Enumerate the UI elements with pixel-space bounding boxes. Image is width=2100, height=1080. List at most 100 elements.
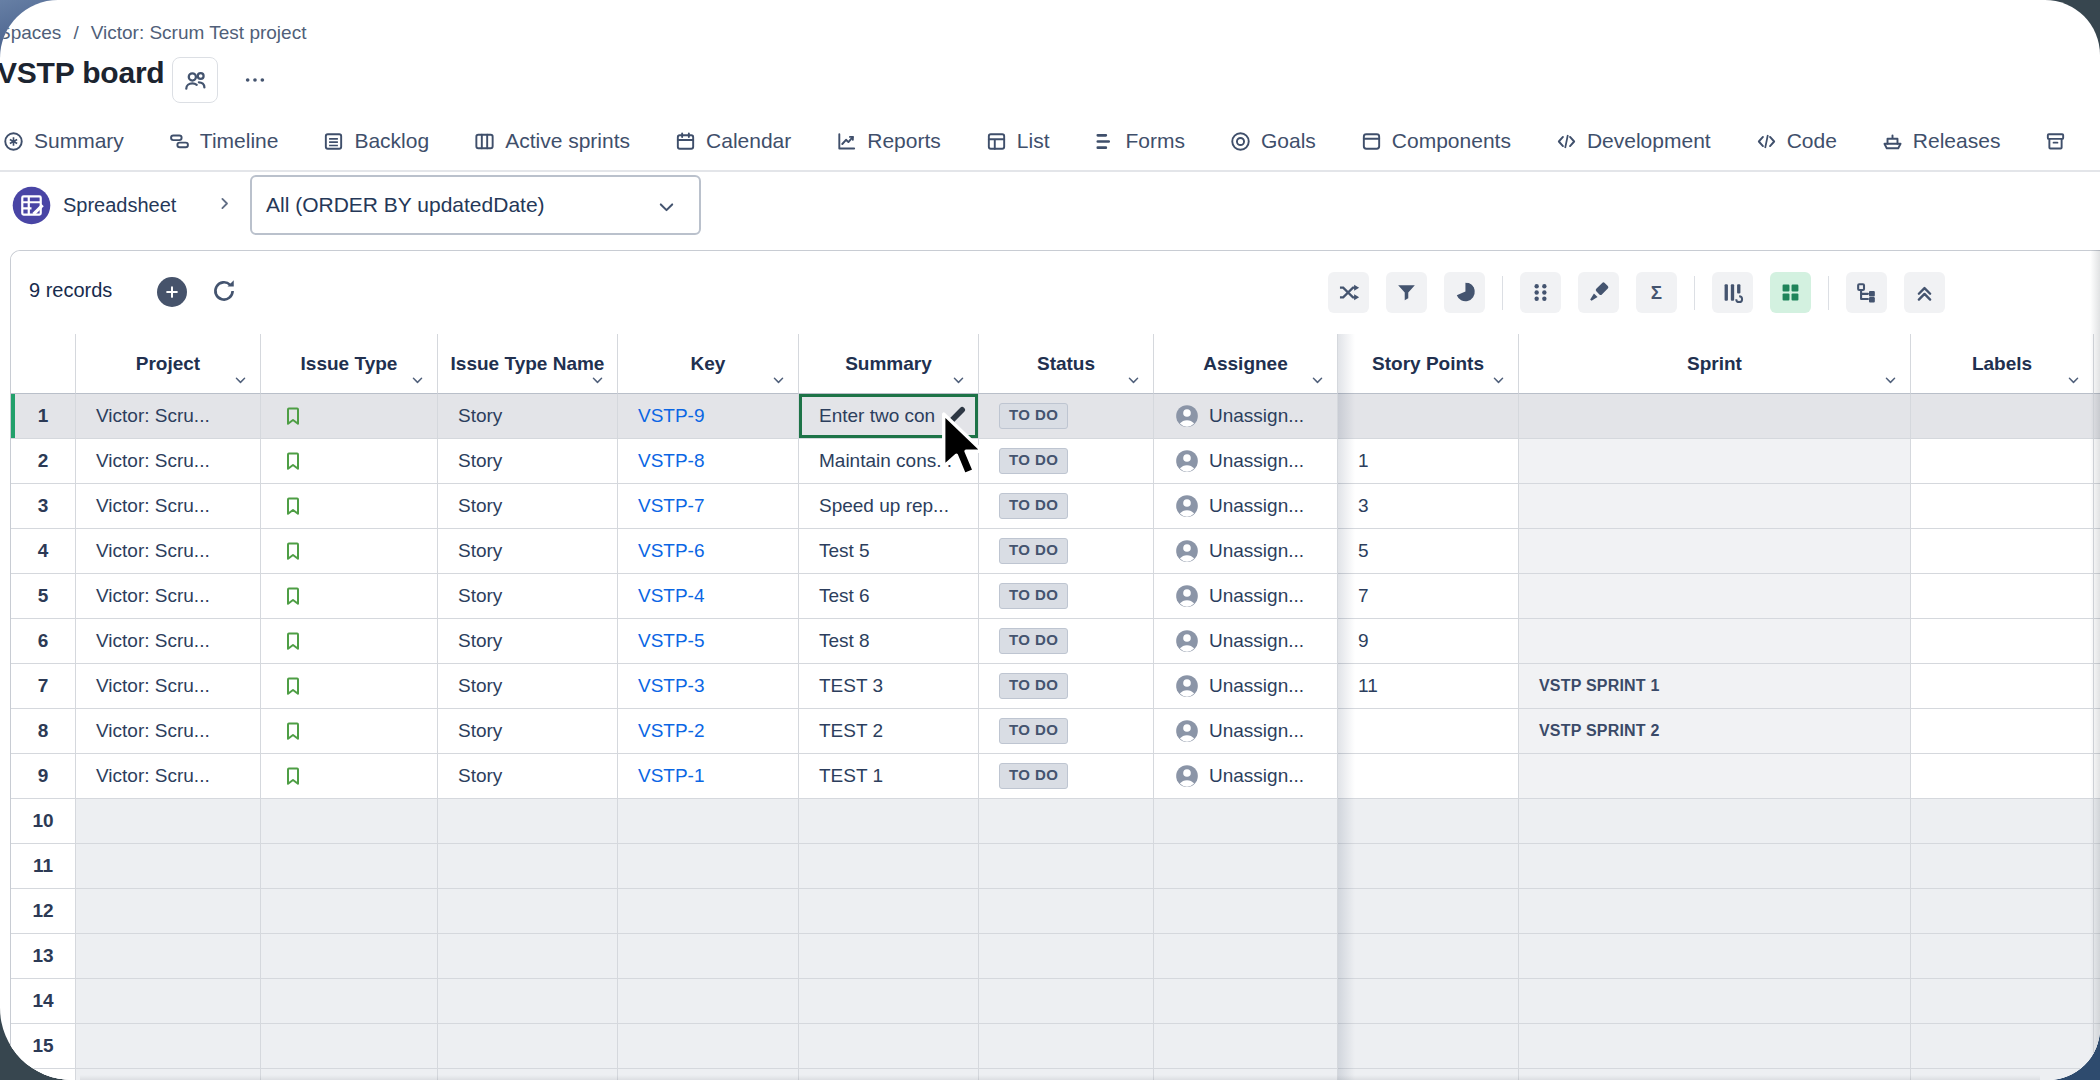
cell-status[interactable] xyxy=(979,934,1154,979)
status-badge[interactable]: TO DO xyxy=(999,493,1068,519)
cell-num[interactable]: 12 xyxy=(11,889,76,934)
cell-status[interactable] xyxy=(979,844,1154,889)
cell-issue_type_name[interactable]: Story xyxy=(438,574,618,619)
issue-key-link[interactable]: VSTP-2 xyxy=(638,720,705,742)
format-painter-button[interactable] xyxy=(1578,272,1619,313)
tab-code[interactable]: Code xyxy=(1755,129,1837,153)
cell-labels[interactable] xyxy=(1911,529,2094,574)
column-menu-chevron-icon[interactable] xyxy=(951,373,966,388)
cell-story_points[interactable] xyxy=(1338,754,1519,799)
cell-story_points[interactable] xyxy=(1338,889,1519,934)
column-header-sprint[interactable]: Sprint xyxy=(1519,334,1911,394)
cell-labels[interactable] xyxy=(1911,754,2094,799)
issue-key-link[interactable]: VSTP-9 xyxy=(638,405,705,427)
column-menu-chevron-icon[interactable] xyxy=(2066,373,2081,388)
cell-issue_type[interactable] xyxy=(261,979,438,1024)
cell-labels[interactable] xyxy=(1911,799,2094,844)
issue-key-link[interactable]: VSTP-8 xyxy=(638,450,705,472)
cell-labels[interactable] xyxy=(1911,619,2094,664)
cell-assignee[interactable] xyxy=(1154,979,1338,1024)
status-badge[interactable]: TO DO xyxy=(999,718,1068,744)
cell-issue_type[interactable] xyxy=(261,754,438,799)
cell-issue_type_name[interactable] xyxy=(438,844,618,889)
cell-project[interactable]: Victor: Scru... xyxy=(76,664,261,709)
cell-story_points[interactable] xyxy=(1338,979,1519,1024)
status-badge[interactable]: TO DO xyxy=(999,673,1068,699)
cell-assignee[interactable] xyxy=(1154,799,1338,844)
cell-assignee[interactable] xyxy=(1154,844,1338,889)
cell-sprint[interactable] xyxy=(1519,484,1911,529)
cell-project[interactable] xyxy=(76,979,261,1024)
cell-status[interactable]: TO DO xyxy=(979,664,1154,709)
cell-num[interactable]: 9 xyxy=(11,754,76,799)
cell-project[interactable] xyxy=(76,844,261,889)
cell-assignee[interactable]: Unassign... xyxy=(1154,619,1338,664)
cell-status[interactable]: TO DO xyxy=(979,619,1154,664)
status-badge[interactable]: TO DO xyxy=(999,763,1068,789)
cell-project[interactable]: Victor: Scru... xyxy=(76,439,261,484)
cell-summary[interactable]: Test 6 xyxy=(799,574,979,619)
cell-issue_type[interactable] xyxy=(261,394,438,439)
cell-assignee[interactable]: Unassign... xyxy=(1154,574,1338,619)
cell-issue_type_name[interactable]: Story xyxy=(438,484,618,529)
cell-summary[interactable] xyxy=(799,934,979,979)
cell-summary[interactable] xyxy=(799,1024,979,1069)
cell-labels[interactable] xyxy=(1911,889,2094,934)
column-header-issue_type[interactable]: Issue Type xyxy=(261,334,438,394)
column-header-assignee[interactable]: Assignee xyxy=(1154,334,1338,394)
cell-assignee[interactable]: Unassign... xyxy=(1154,754,1338,799)
column-header-status[interactable]: Status xyxy=(979,334,1154,394)
cell-assignee[interactable] xyxy=(1154,934,1338,979)
cell-assignee[interactable]: Unassign... xyxy=(1154,664,1338,709)
cell-key[interactable]: VSTP-8 xyxy=(618,439,799,484)
cell-project[interactable] xyxy=(76,799,261,844)
cell-key[interactable] xyxy=(618,844,799,889)
cell-status[interactable]: TO DO xyxy=(979,574,1154,619)
cell-issue_type[interactable] xyxy=(261,664,438,709)
filter-button[interactable] xyxy=(1386,272,1427,313)
tab-components[interactable]: Components xyxy=(1360,129,1511,153)
cell-issue_type_name[interactable]: Story xyxy=(438,439,618,484)
cell-key[interactable] xyxy=(618,934,799,979)
cell-status[interactable] xyxy=(979,1024,1154,1069)
column-menu-chevron-icon[interactable] xyxy=(410,373,425,388)
cell-labels[interactable] xyxy=(1911,664,2094,709)
cell-project[interactable]: Victor: Scru... xyxy=(76,619,261,664)
cell-story_points[interactable]: 9 xyxy=(1338,619,1519,664)
column-header-key[interactable]: Key xyxy=(618,334,799,394)
status-badge[interactable]: TO DO xyxy=(999,583,1068,609)
column-menu-chevron-icon[interactable] xyxy=(590,373,605,388)
cell-issue_type[interactable] xyxy=(261,1024,438,1069)
cell-story_points[interactable] xyxy=(1338,799,1519,844)
cell-issue_type_name[interactable] xyxy=(438,1024,618,1069)
cell-story_points[interactable]: 3 xyxy=(1338,484,1519,529)
cell-project[interactable]: Victor: Scru... xyxy=(76,754,261,799)
cell-key[interactable]: VSTP-4 xyxy=(618,574,799,619)
status-badge[interactable]: TO DO xyxy=(999,628,1068,654)
more-button[interactable] xyxy=(240,69,270,91)
cell-issue_type_name[interactable] xyxy=(438,934,618,979)
tab-releases[interactable]: Releases xyxy=(1881,129,2001,153)
cell-story_points[interactable] xyxy=(1338,1024,1519,1069)
cell-status[interactable]: TO DO xyxy=(979,709,1154,754)
cell-status[interactable] xyxy=(979,889,1154,934)
cell-issue_type_name[interactable]: Story xyxy=(438,394,618,439)
add-record-button[interactable] xyxy=(157,277,187,307)
cell-sprint[interactable] xyxy=(1519,574,1911,619)
cell-assignee[interactable] xyxy=(1154,1024,1338,1069)
cell-issue_type[interactable] xyxy=(261,574,438,619)
cell-project[interactable]: Victor: Scru... xyxy=(76,709,261,754)
cell-issue_type_name[interactable] xyxy=(438,799,618,844)
cell-sprint[interactable] xyxy=(1519,754,1911,799)
cell-sprint[interactable] xyxy=(1519,439,1911,484)
issue-key-link[interactable]: VSTP-7 xyxy=(638,495,705,517)
cell-num[interactable]: 4 xyxy=(11,529,76,574)
cell-num[interactable]: 6 xyxy=(11,619,76,664)
tab-summary[interactable]: Summary xyxy=(2,129,124,153)
cell-labels[interactable] xyxy=(1911,844,2094,889)
cell-key[interactable] xyxy=(618,1024,799,1069)
cell-sprint[interactable] xyxy=(1519,889,1911,934)
cell-project[interactable] xyxy=(76,934,261,979)
issue-key-link[interactable]: VSTP-6 xyxy=(638,540,705,562)
cell-summary[interactable]: Test 5 xyxy=(799,529,979,574)
